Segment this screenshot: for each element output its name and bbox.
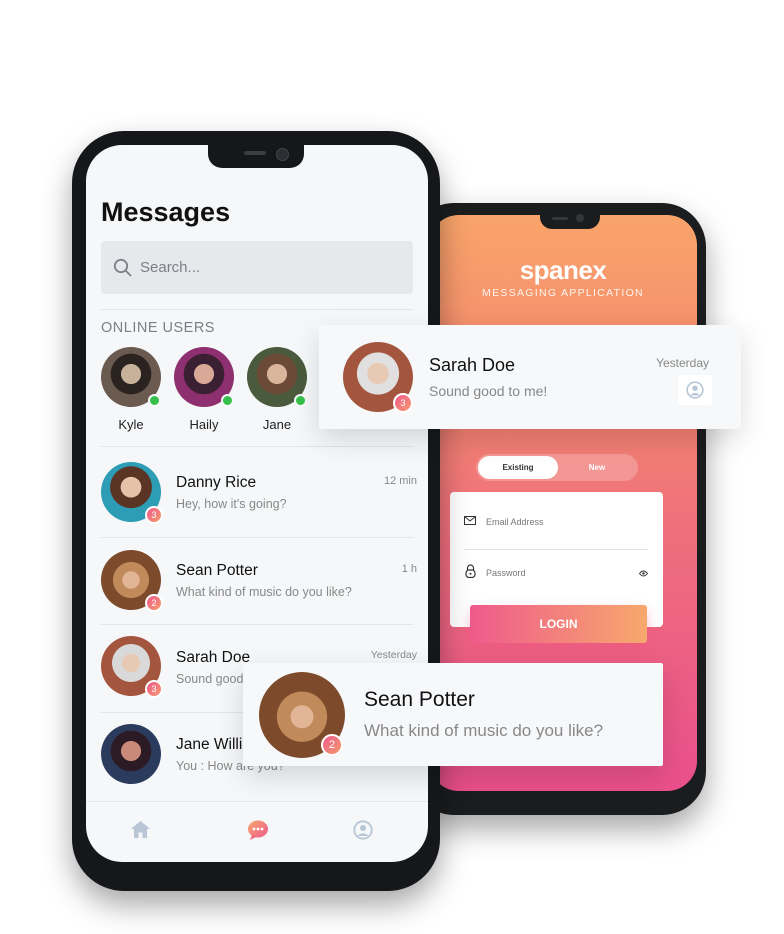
chat-row[interactable]: 2 Sean Potter What kind of music do you … bbox=[101, 548, 417, 612]
tab-bar-divider bbox=[86, 801, 428, 802]
online-user-name: Haily bbox=[189, 417, 219, 432]
eye-icon[interactable] bbox=[638, 568, 649, 580]
online-user-name: Jane bbox=[262, 417, 292, 432]
card-time: Yesterday bbox=[656, 356, 709, 370]
password-field[interactable]: Password bbox=[486, 568, 526, 578]
unread-badge: 2 bbox=[321, 734, 343, 756]
email-underline bbox=[464, 549, 648, 550]
search-icon bbox=[113, 258, 132, 282]
divider bbox=[101, 309, 413, 310]
mail-icon bbox=[464, 516, 476, 528]
card-name: Sarah Doe bbox=[429, 355, 516, 375]
chat-time: 1 h bbox=[401, 563, 417, 575]
home-icon[interactable] bbox=[130, 820, 151, 844]
online-indicator bbox=[148, 394, 161, 407]
back-phone-notch bbox=[540, 207, 600, 229]
email-field[interactable]: Email Address bbox=[486, 517, 544, 527]
chat-name: Sarah Doe bbox=[176, 649, 251, 666]
brand-logo: spanex bbox=[519, 255, 607, 285]
chat-row[interactable]: 3 Danny Rice Hey, how it's going? 12 min bbox=[101, 460, 417, 524]
online-indicator bbox=[294, 394, 307, 407]
tab-existing[interactable]: Existing bbox=[478, 456, 558, 479]
card-message: What kind of music do you like? bbox=[364, 721, 604, 740]
online-indicator bbox=[221, 394, 234, 407]
chat-avatar bbox=[101, 724, 161, 784]
unread-badge: 3 bbox=[145, 680, 163, 698]
divider bbox=[101, 624, 413, 625]
unread-badge: 3 bbox=[393, 393, 413, 413]
card-name: Sean Potter bbox=[364, 688, 475, 711]
chat-preview: Hey, how it's going? bbox=[176, 497, 287, 511]
profile-icon[interactable] bbox=[678, 375, 712, 405]
login-button[interactable]: LOGIN bbox=[470, 605, 647, 643]
brand-subtitle: MESSAGING APPLICATION bbox=[482, 287, 644, 299]
search-placeholder: Search... bbox=[140, 259, 201, 276]
page-title: Messages bbox=[101, 197, 231, 227]
divider bbox=[101, 446, 413, 447]
tab-new[interactable]: New bbox=[558, 456, 636, 479]
search-input[interactable]: Search... bbox=[101, 241, 413, 294]
chat-icon[interactable] bbox=[245, 818, 271, 847]
profile-icon[interactable] bbox=[353, 820, 373, 845]
chat-name: Danny Rice bbox=[176, 474, 257, 491]
unread-badge: 3 bbox=[145, 506, 163, 524]
chat-name: Sean Potter bbox=[176, 562, 258, 579]
online-user-name: Kyle bbox=[118, 417, 144, 432]
card-message: Sound good to me! bbox=[429, 383, 548, 399]
lock-icon bbox=[465, 564, 476, 581]
chat-preview: What kind of music do you like? bbox=[176, 585, 352, 599]
notification-card-sarah[interactable]: 3 Sarah Doe Sound good to me! Yesterday bbox=[319, 325, 741, 429]
online-users-heading: ONLINE USERS bbox=[101, 320, 215, 336]
auth-toggle: Existing New bbox=[476, 454, 638, 481]
divider bbox=[101, 537, 413, 538]
unread-badge: 2 bbox=[145, 594, 163, 612]
front-phone-notch bbox=[208, 142, 304, 168]
notification-card-sean[interactable]: 2 Sean Potter What kind of music do you … bbox=[243, 663, 663, 766]
chat-time: 12 min bbox=[383, 475, 417, 487]
chat-time: Yesterday bbox=[370, 649, 417, 661]
